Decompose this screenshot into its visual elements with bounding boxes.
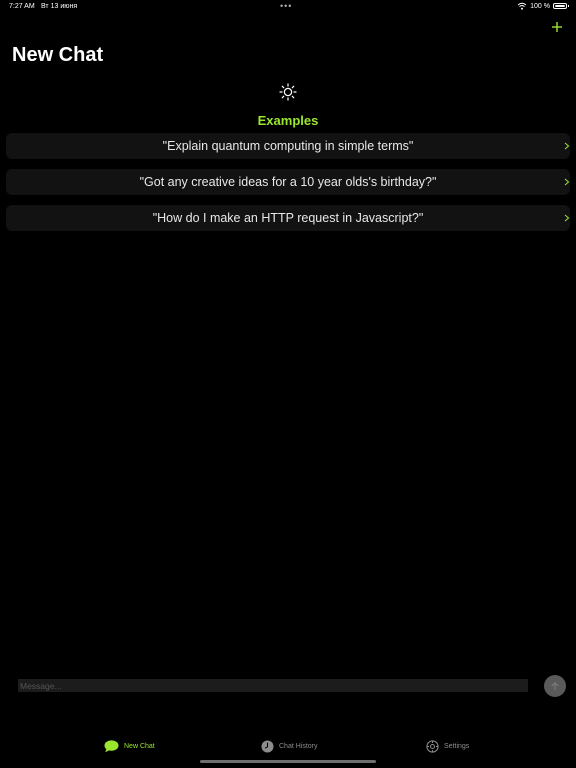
page-title: New Chat xyxy=(12,44,104,66)
status-time: 7:27 AM xyxy=(9,3,35,10)
tab-new-chat[interactable]: New Chat xyxy=(104,734,155,758)
examples-title: Examples xyxy=(257,113,319,128)
example-item-label: "Got any creative ideas for a 10 year ol… xyxy=(139,175,437,189)
wifi-icon xyxy=(517,2,527,10)
battery-percent: 100 % xyxy=(530,2,550,10)
multitasking-dots[interactable]: ••• xyxy=(280,1,292,11)
chat-bubble-icon xyxy=(104,739,119,752)
plus-icon xyxy=(552,22,562,32)
example-item-label: "Explain quantum computing in simple ter… xyxy=(162,139,414,153)
gear-icon xyxy=(426,739,439,753)
tab-chat-history[interactable]: Chat History xyxy=(261,734,318,758)
tab-bar: New Chat Chat History Settings xyxy=(0,734,576,758)
examples-list: "Explain quantum computing in simple ter… xyxy=(6,133,570,241)
tab-label: Chat History xyxy=(279,742,318,750)
arrow-up-icon xyxy=(551,681,559,691)
sun-icon xyxy=(279,83,297,101)
tab-settings[interactable]: Settings xyxy=(426,734,469,758)
battery-icon xyxy=(553,3,569,9)
chevron-right-icon xyxy=(564,142,570,150)
home-indicator[interactable] xyxy=(200,760,376,763)
example-item-birthday[interactable]: "Got any creative ideas for a 10 year ol… xyxy=(6,169,570,195)
status-date: Вт 13 июня xyxy=(41,3,78,10)
status-right: 100 % xyxy=(517,2,569,10)
send-button[interactable] xyxy=(544,675,566,697)
tab-label: Settings xyxy=(444,742,470,750)
example-item-quantum[interactable]: "Explain quantum computing in simple ter… xyxy=(6,133,570,159)
status-bar: 7:27 AM Вт 13 июня ••• 100 % xyxy=(0,0,576,14)
tab-label: New Chat xyxy=(124,742,155,750)
chevron-right-icon xyxy=(564,214,570,222)
example-item-label: "How do I make an HTTP request in Javasc… xyxy=(152,211,424,225)
screen: 7:27 AM Вт 13 июня ••• 100 % New Chat Ex… xyxy=(0,0,576,768)
clock-icon xyxy=(261,740,274,752)
message-input[interactable] xyxy=(18,679,528,692)
new-chat-add-button[interactable] xyxy=(548,18,566,36)
example-item-http[interactable]: "How do I make an HTTP request in Javasc… xyxy=(6,205,570,231)
chevron-right-icon xyxy=(564,178,570,186)
